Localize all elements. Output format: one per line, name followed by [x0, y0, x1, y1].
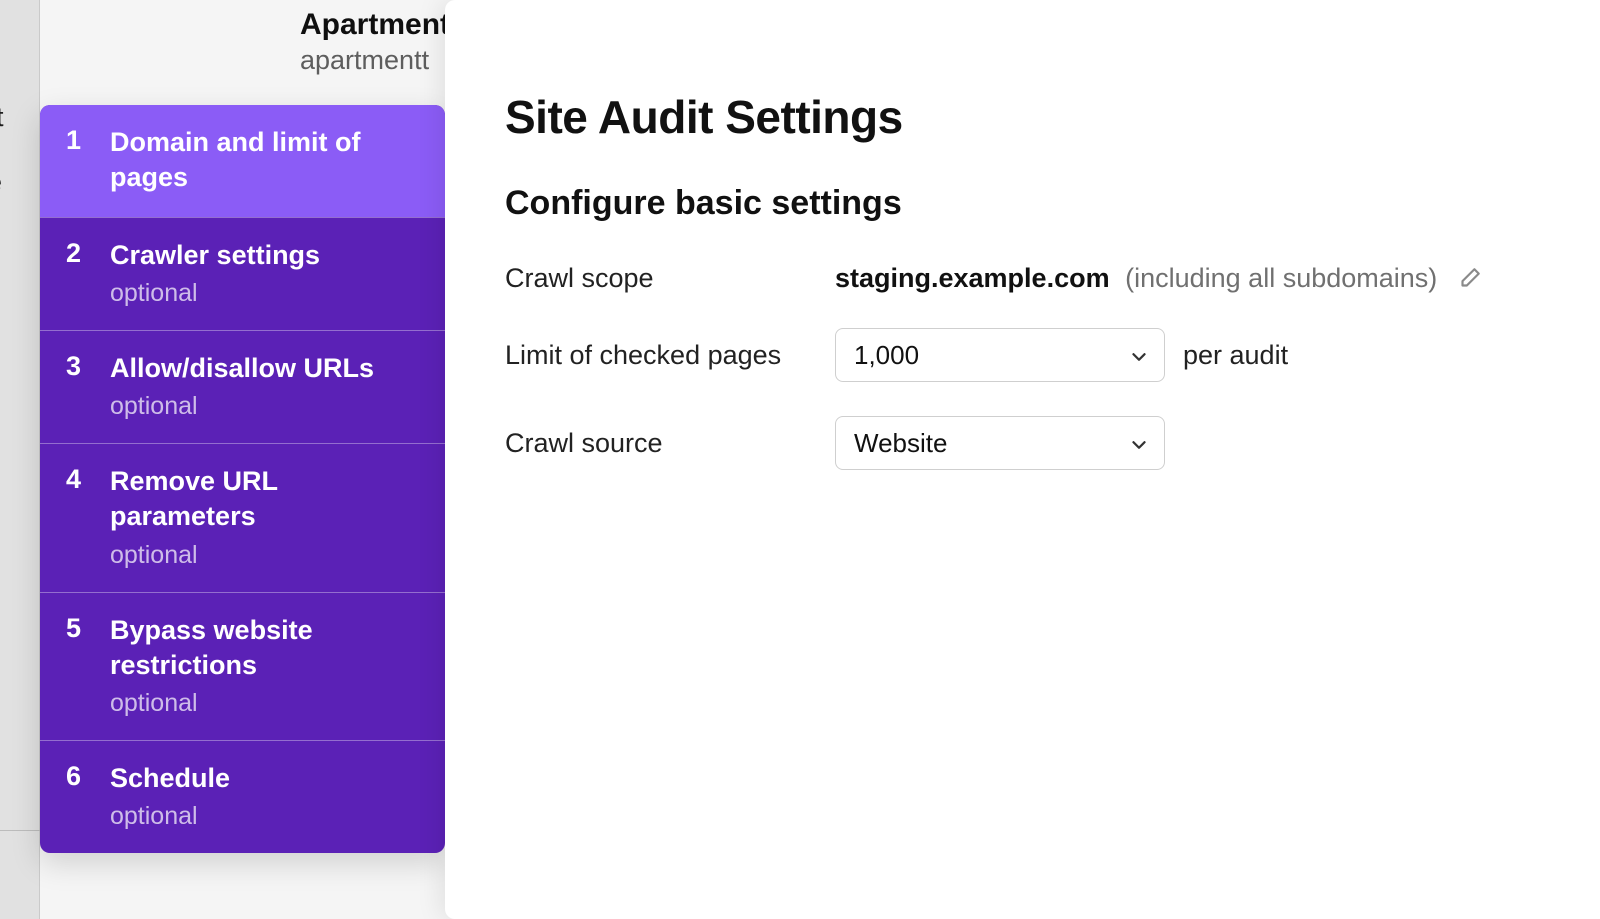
label-crawl-scope: Crawl scope: [505, 263, 835, 294]
wizard-step-number: 1: [66, 125, 110, 156]
wizard-steps: 1 Domain and limit of pages 2 Crawler se…: [40, 105, 445, 853]
wizard-step-domain-limit[interactable]: 1 Domain and limit of pages: [40, 105, 445, 217]
settings-panel: Site Audit Settings Configure basic sett…: [445, 0, 1600, 919]
wizard-step-number: 6: [66, 761, 110, 792]
wizard-step-number: 4: [66, 464, 110, 495]
wizard-step-optional: optional: [110, 392, 374, 421]
wizard-step-number: 3: [66, 351, 110, 382]
wizard-step-label: Crawler settings: [110, 238, 320, 273]
wizard-step-number: 2: [66, 238, 110, 269]
wizard-step-remove-params[interactable]: 4 Remove URL parameters optional: [40, 443, 445, 591]
wizard-step-optional: optional: [110, 541, 419, 570]
crawl-scope-note: (including all subdomains): [1125, 263, 1437, 293]
wizard-step-allow-disallow[interactable]: 3 Allow/disallow URLs optional: [40, 330, 445, 443]
panel-title: Site Audit Settings: [505, 90, 1540, 144]
crawl-scope-domain: staging.example.com: [835, 263, 1110, 293]
wizard-step-number: 5: [66, 613, 110, 644]
chevron-down-icon: [1128, 432, 1150, 454]
wizard-step-label: Bypass website restrictions: [110, 613, 419, 683]
wizard-step-crawler-settings[interactable]: 2 Crawler settings optional: [40, 217, 445, 330]
wizard-step-optional: optional: [110, 689, 419, 718]
row-crawl-scope: Crawl scope staging.example.com (includi…: [505, 263, 1540, 294]
settings-form: Crawl scope staging.example.com (includi…: [505, 263, 1540, 470]
pencil-icon[interactable]: [1455, 265, 1483, 293]
wizard-step-schedule[interactable]: 6 Schedule optional: [40, 740, 445, 853]
wizard-step-label: Schedule: [110, 761, 230, 796]
label-crawl-source: Crawl source: [505, 428, 835, 459]
limit-pages-select[interactable]: 1,000: [835, 328, 1165, 382]
wizard-step-label: Remove URL parameters: [110, 464, 419, 534]
limit-pages-value: 1,000: [854, 340, 919, 371]
wizard-step-optional: optional: [110, 802, 230, 831]
wizard-step-bypass-restrictions[interactable]: 5 Bypass website restrictions optional: [40, 592, 445, 740]
background-project-title: Apartment: [300, 8, 450, 42]
crawl-source-select[interactable]: Website: [835, 416, 1165, 470]
limit-pages-suffix: per audit: [1183, 340, 1288, 371]
background-left-fragments: nt olat cke ket tio: [0, 20, 4, 742]
label-limit-pages: Limit of checked pages: [505, 340, 835, 371]
background-project-domain: apartmentt: [300, 45, 429, 76]
crawl-source-value: Website: [854, 428, 947, 459]
panel-subtitle: Configure basic settings: [505, 184, 1540, 223]
row-crawl-source: Crawl source Website: [505, 416, 1540, 470]
wizard-step-label: Domain and limit of pages: [110, 125, 419, 195]
wizard-step-label: Allow/disallow URLs: [110, 351, 374, 386]
chevron-down-icon: [1128, 344, 1150, 366]
wizard-step-optional: optional: [110, 279, 320, 308]
row-limit-pages: Limit of checked pages 1,000 per audit: [505, 328, 1540, 382]
